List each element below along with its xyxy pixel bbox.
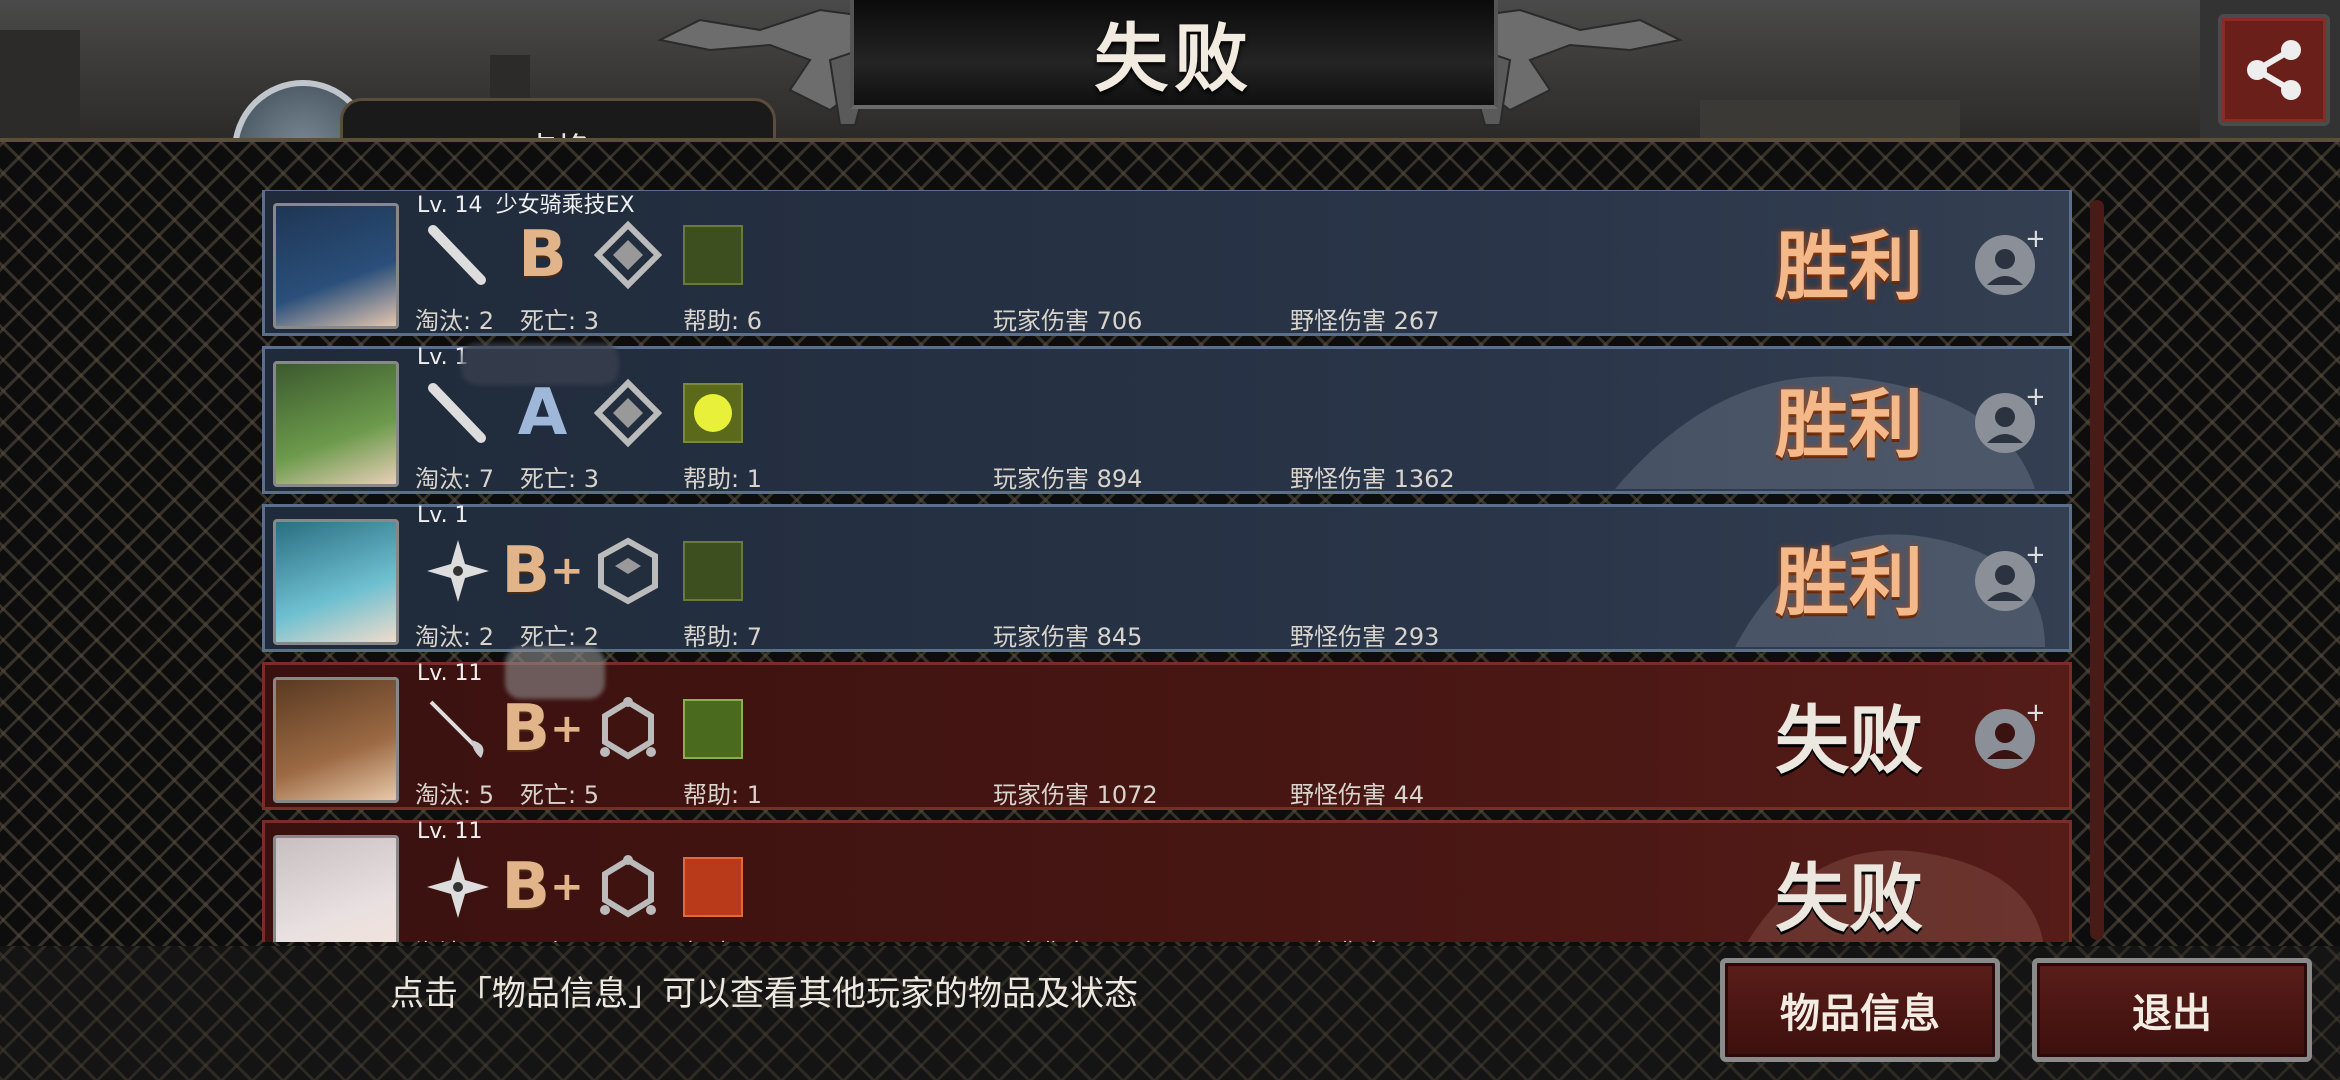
monster-damage-stat: 野怪伤害 41 [1290,933,1424,942]
match-result: 失败 [1775,698,1923,784]
hexagon-emblem-icon[interactable] [585,687,670,771]
grade-plus: + [550,548,584,594]
player-damage-stat: 玩家伤害 845 [993,623,1143,651]
bat-icon[interactable] [415,371,500,455]
player-list[interactable]: Lv. 14 少女骑乘技EX B 淘汰: 2 死亡: 3 帮助: 6 玩家伤害 … [260,190,2080,942]
kills-stat: 淘汰: 7 [415,465,494,493]
svg-text:+: + [2025,701,2043,728]
svg-text:+: + [2025,227,2043,254]
player-row[interactable]: Lv. 14 少女骑乘技EX B 淘汰: 2 死亡: 3 帮助: 6 玩家伤害 … [262,190,2072,336]
player-damage-stat: 玩家伤害 909 [993,933,1142,942]
assists-stat: 帮助: 6 [683,307,762,335]
hexagon-emblem-icon[interactable] [585,845,670,929]
share-button[interactable] [2218,14,2330,126]
yellow-orb-item-icon[interactable] [670,371,755,455]
kills-stat: 淘汰: 0 [415,933,494,942]
player-avatar [273,835,399,942]
add-friend-icon[interactable]: + [1971,227,2043,299]
level-text: Lv. 1 [417,503,469,528]
grade-badge: B + [500,529,585,613]
assists-stat: 帮助: 5 [683,933,762,942]
match-result: 胜利 [1775,540,1923,626]
svg-text:+: + [2025,385,2043,412]
player-row[interactable]: Lv. 1 B + 淘汰: 2 死亡: 2 帮助: 7 玩家伤害 845 野怪伤害… [262,503,2072,652]
player-avatar [273,677,399,803]
monster-damage-stat: 野怪伤害 293 [1290,623,1440,651]
building-silhouette [0,30,80,140]
diamond-emblem-icon[interactable] [585,371,670,455]
item-info-button[interactable]: 物品信息 [1720,958,2000,1062]
loadout-icons: B [415,213,755,297]
monster-damage-stat: 野怪伤害 44 [1290,781,1425,809]
player-row[interactable]: Lv. 1 A 淘汰: 7 死亡: 3 帮助: 1 玩家伤害 894 野怪伤害 … [262,343,2072,494]
player-level: Lv. 1 [417,503,469,528]
hint-text: 点击「物品信息」可以查看其他玩家的物品及状态 [390,974,1138,1014]
bat-icon[interactable] [415,213,500,297]
shuriken-icon[interactable] [415,529,500,613]
deaths-stat: 死亡: 3 [520,465,599,493]
loadout-icons: B + [415,529,755,613]
grade-badge: B + [500,687,585,771]
monster-damage-stat: 野怪伤害 267 [1290,307,1440,335]
rapier-icon[interactable] [415,687,500,771]
assists-stat: 帮助: 7 [683,623,762,651]
match-result: 胜利 [1775,224,1923,310]
monster-damage-stat: 野怪伤害 1362 [1290,465,1455,493]
assists-stat: 帮助: 1 [683,465,762,493]
red-hand-item-icon[interactable] [670,845,755,929]
grade-letter: A [517,376,568,450]
add-friend-icon[interactable]: + [1971,385,2043,457]
match-result: 胜利 [1775,382,1923,468]
grade-plus: + [550,706,584,752]
exit-button[interactable]: 退出 [2032,958,2312,1062]
grade-plus: + [550,864,584,910]
scrollbar[interactable] [2090,200,2104,940]
grade-badge: A [500,371,585,455]
deaths-stat: 死亡: 5 [520,781,599,809]
assists-stat: 帮助: 1 [683,781,762,809]
diamond-emblem-icon[interactable] [585,213,670,297]
match-result: 失败 [1775,856,1923,942]
grade-badge: B + [500,845,585,929]
level-text: Lv. 11 [417,819,483,844]
grade-letter: B [501,692,551,766]
svg-text:+: + [2025,543,2043,570]
player-level: Lv. 11 [417,661,483,686]
grade-letter: B [501,534,551,608]
kills-stat: 淘汰: 5 [415,781,494,809]
grade-letter: B [501,850,551,924]
player-avatar [273,361,399,487]
level-text: Lv. 11 [417,661,483,686]
deaths-stat: 死亡: 3 [520,307,599,335]
loadout-icons: B + [415,845,755,929]
deaths-stat: 死亡: 6 [520,933,599,942]
player-row[interactable]: Lv. 11 B+ 淘汰: 0 死亡: 6 帮助: 5 玩家伤害 909 野怪伤… [262,819,2072,942]
share-icon [2247,40,2301,100]
player-row[interactable]: Lv. 11 B + 淘汰: 5 死亡: 5 帮助: 1 玩家伤害 1072 野怪… [262,647,2072,810]
kills-stat: 淘汰: 2 [415,623,494,651]
loadout-icons: B + [415,687,755,771]
player-avatar [273,519,399,645]
add-friend-icon[interactable]: + [1971,701,2043,773]
player-damage-stat: 玩家伤害 1072 [993,781,1158,809]
player-level: Lv. 11 [417,819,483,844]
shuriken-icon[interactable] [415,845,500,929]
loadout-icons: A [415,371,755,455]
green-creature-item-icon[interactable] [670,213,755,297]
result-title-banner: 失败 [850,0,1498,109]
add-friend-icon[interactable]: + [1971,543,2043,615]
player-damage-stat: 玩家伤害 706 [993,307,1143,335]
rooftop-silhouette [1700,100,1960,140]
green-glove-item-icon[interactable] [670,687,755,771]
grade-badge: B [500,213,585,297]
kills-stat: 淘汰: 2 [415,307,494,335]
green-creature-item-icon[interactable] [670,529,755,613]
grade-letter: B [518,218,567,292]
page-title: 失败 [1094,16,1254,102]
player-avatar [273,203,399,329]
player-damage-stat: 玩家伤害 894 [993,465,1143,493]
cube-emblem-icon[interactable] [585,529,670,613]
